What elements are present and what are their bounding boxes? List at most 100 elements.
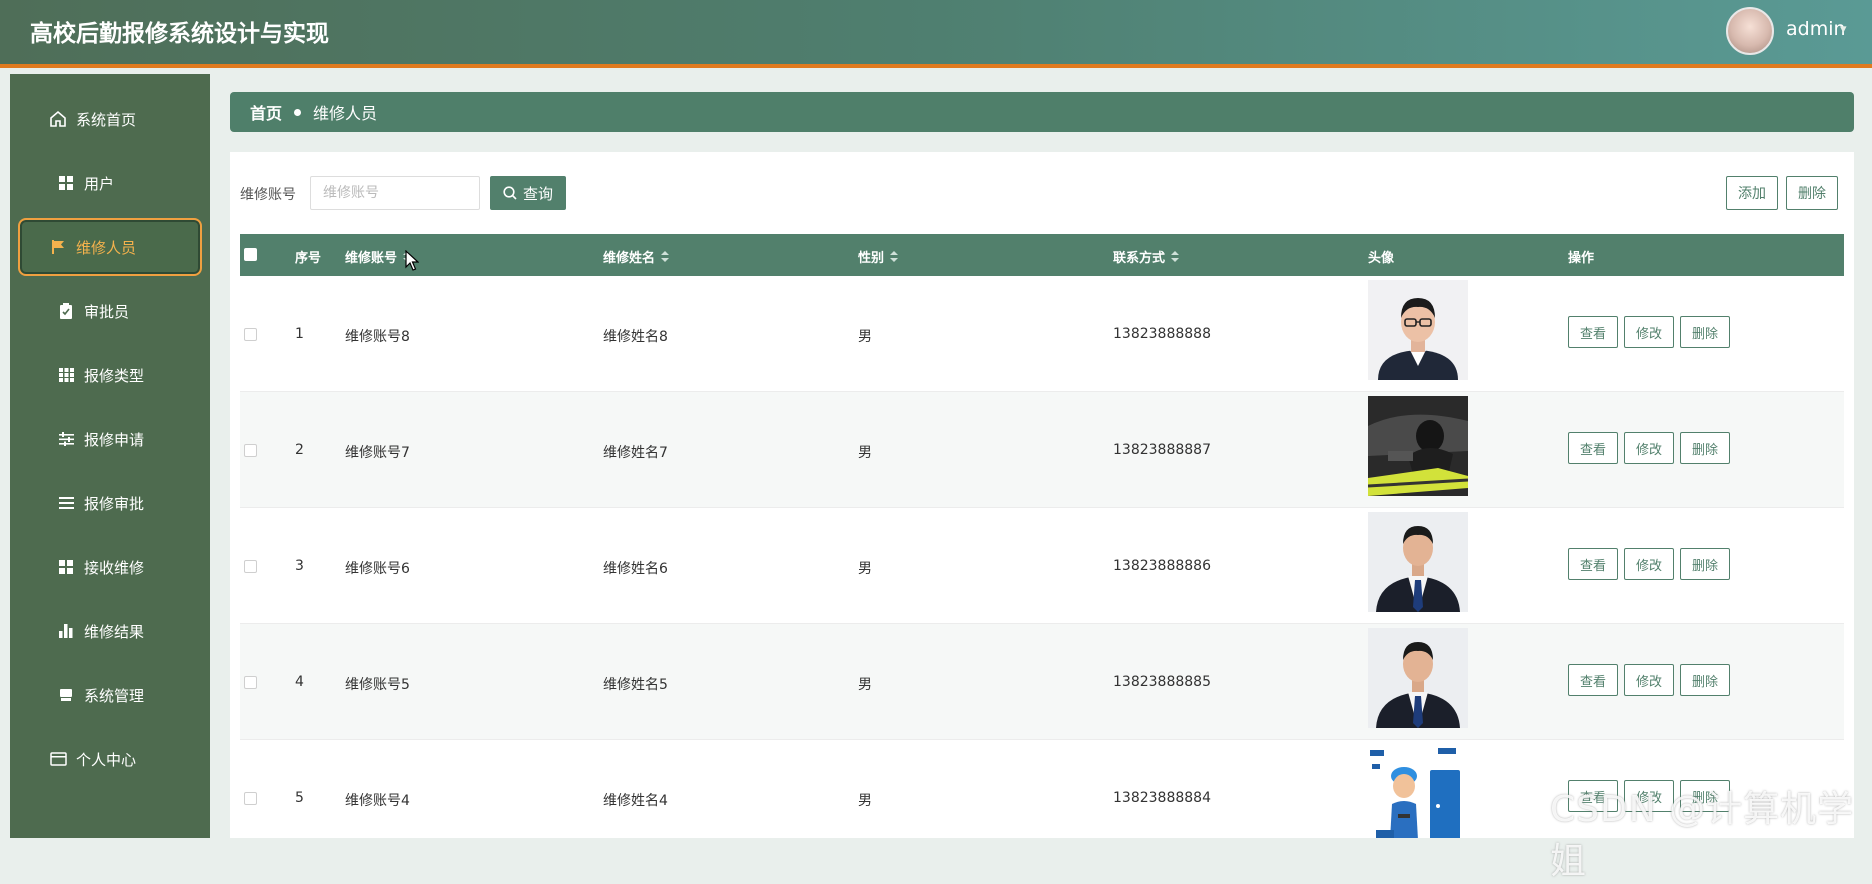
sidebar-item-personal-center[interactable]: 个人中心 bbox=[18, 730, 202, 788]
row-actions: 查看 修改 删除 bbox=[1568, 664, 1730, 696]
mouse-cursor-icon bbox=[405, 250, 419, 271]
cell-gender: 男 bbox=[858, 677, 872, 693]
sidebar-item-approvers[interactable]: 审批员 bbox=[18, 282, 202, 340]
delete-button[interactable]: 删除 bbox=[1680, 316, 1730, 348]
view-button[interactable]: 查看 bbox=[1568, 316, 1618, 348]
row-checkbox[interactable] bbox=[244, 328, 257, 341]
column-header-account[interactable]: 维修账号 bbox=[345, 247, 412, 266]
grid-icon bbox=[56, 173, 76, 193]
cell-name: 维修姓名7 bbox=[603, 445, 668, 461]
table-row: 2 维修账号7 维修姓名7 男 13823888887 查看 修改 删除 bbox=[240, 392, 1844, 508]
row-checkbox[interactable] bbox=[244, 792, 257, 805]
breadcrumb-home[interactable]: 首页 bbox=[250, 100, 282, 124]
sidebar-item-system-management[interactable]: 系统管理 bbox=[18, 666, 202, 724]
avatar-photo bbox=[1368, 280, 1468, 380]
cell-account: 维修账号5 bbox=[345, 677, 410, 693]
cell-phone: 13823888886 bbox=[1113, 558, 1211, 574]
cell-index: 4 bbox=[295, 674, 304, 690]
sidebar-item-users[interactable]: 用户 bbox=[18, 154, 202, 212]
column-header-name[interactable]: 维修姓名 bbox=[603, 247, 670, 266]
row-checkbox[interactable] bbox=[244, 560, 257, 573]
chevron-down-icon[interactable]: ▾ bbox=[1840, 22, 1847, 37]
cell-index: 3 bbox=[295, 558, 304, 574]
user-name[interactable]: admin bbox=[1786, 18, 1846, 40]
column-label: 头像 bbox=[1368, 251, 1395, 266]
sidebar-item-repair-approvals[interactable]: 报修审批 bbox=[18, 474, 202, 532]
app-title: 高校后勤报修系统设计与实现 bbox=[30, 21, 329, 47]
clipboard-icon bbox=[56, 301, 76, 321]
table-row: 3 维修账号6 维修姓名6 男 13823888886 查看 修改 删除 bbox=[240, 508, 1844, 624]
cell-gender: 男 bbox=[858, 329, 872, 345]
sidebar-item-repair-types[interactable]: 报修类型 bbox=[18, 346, 202, 404]
cell-phone: 13823888888 bbox=[1113, 326, 1211, 342]
search-button[interactable]: 查询 bbox=[490, 176, 566, 210]
breadcrumb-separator bbox=[294, 108, 302, 116]
breadcrumb-current: 维修人员 bbox=[313, 104, 378, 123]
row-checkbox[interactable] bbox=[244, 444, 257, 457]
printer-icon bbox=[56, 685, 76, 705]
table-row: 1 维修账号8 维修姓名8 男 13823888888 查看 修改 删除 bbox=[240, 276, 1844, 392]
sidebar-item-repair-results[interactable]: 维修结果 bbox=[18, 602, 202, 660]
edit-button[interactable]: 修改 bbox=[1624, 432, 1674, 464]
column-label: 操作 bbox=[1568, 251, 1595, 266]
grid-icon bbox=[56, 557, 76, 577]
search-icon bbox=[503, 186, 517, 200]
table-header: 序号 维修账号 维修姓名 性别 联系方式 头像 操作 bbox=[240, 234, 1844, 276]
search-label: 维修账号 bbox=[240, 187, 296, 203]
cell-phone: 13823888887 bbox=[1113, 442, 1211, 458]
cell-index: 5 bbox=[295, 790, 304, 806]
cell-name: 维修姓名8 bbox=[603, 329, 668, 345]
cell-account: 维修账号7 bbox=[345, 445, 410, 461]
flag-icon bbox=[48, 237, 68, 257]
sidebar-item-label: 报修类型 bbox=[84, 366, 145, 385]
column-header-photo: 头像 bbox=[1368, 247, 1394, 266]
edit-button[interactable]: 修改 bbox=[1624, 664, 1674, 696]
avatar-photo bbox=[1368, 396, 1468, 496]
avatar-photo bbox=[1368, 512, 1468, 612]
sort-icon[interactable] bbox=[890, 250, 899, 263]
sidebar-item-repairers[interactable]: 维修人员 bbox=[18, 218, 202, 276]
cell-account: 维修账号8 bbox=[345, 329, 410, 345]
sidebar-item-repair-applications[interactable]: 报修申请 bbox=[18, 410, 202, 468]
cell-phone: 13823888885 bbox=[1113, 674, 1211, 690]
column-header-gender[interactable]: 性别 bbox=[858, 247, 899, 266]
row-actions: 查看 修改 删除 bbox=[1568, 548, 1730, 580]
user-avatar[interactable] bbox=[1726, 7, 1774, 55]
search-button-label: 查询 bbox=[522, 184, 553, 203]
column-header-phone[interactable]: 联系方式 bbox=[1113, 247, 1180, 266]
cell-account: 维修账号4 bbox=[345, 793, 410, 809]
sidebar-item-label: 系统首页 bbox=[76, 110, 137, 129]
sidebar-item-label: 报修申请 bbox=[84, 430, 145, 449]
search-input[interactable] bbox=[310, 176, 480, 210]
avatar-photo bbox=[1368, 744, 1468, 838]
sort-icon[interactable] bbox=[1171, 250, 1180, 263]
sidebar-item-home[interactable]: 系统首页 bbox=[18, 90, 202, 148]
avatar-photo bbox=[1368, 628, 1468, 728]
cell-name: 维修姓名5 bbox=[603, 677, 668, 693]
sliders-icon bbox=[56, 429, 76, 449]
select-all-checkbox[interactable] bbox=[244, 248, 257, 261]
bulk-delete-button[interactable]: 删除 bbox=[1786, 176, 1838, 210]
breadcrumb: 首页 维修人员 bbox=[230, 92, 1854, 132]
view-button[interactable]: 查看 bbox=[1568, 548, 1618, 580]
cell-gender: 男 bbox=[858, 445, 872, 461]
add-button[interactable]: 添加 bbox=[1726, 176, 1778, 210]
view-button[interactable]: 查看 bbox=[1568, 664, 1618, 696]
edit-button[interactable]: 修改 bbox=[1624, 548, 1674, 580]
column-label: 联系方式 bbox=[1113, 251, 1166, 266]
table-row: 4 维修账号5 维修姓名5 男 13823888885 查看 修改 删除 bbox=[240, 624, 1844, 740]
cell-phone: 13823888884 bbox=[1113, 790, 1211, 806]
sidebar-item-label: 接收维修 bbox=[84, 558, 145, 577]
sidebar-item-label: 维修人员 bbox=[76, 238, 137, 257]
cell-index: 2 bbox=[295, 442, 304, 458]
delete-button[interactable]: 删除 bbox=[1680, 664, 1730, 696]
delete-button[interactable]: 删除 bbox=[1680, 548, 1730, 580]
column-label: 序号 bbox=[295, 251, 322, 266]
sort-icon[interactable] bbox=[661, 250, 670, 263]
edit-button[interactable]: 修改 bbox=[1624, 316, 1674, 348]
view-button[interactable]: 查看 bbox=[1568, 432, 1618, 464]
sidebar-item-receive-repairs[interactable]: 接收维修 bbox=[18, 538, 202, 596]
row-checkbox[interactable] bbox=[244, 676, 257, 689]
sidebar-item-label: 用户 bbox=[84, 174, 115, 193]
delete-button[interactable]: 删除 bbox=[1680, 432, 1730, 464]
